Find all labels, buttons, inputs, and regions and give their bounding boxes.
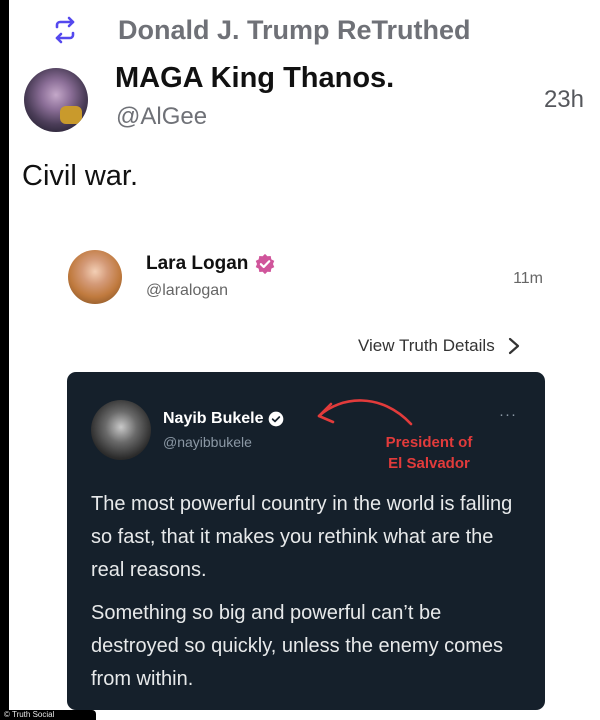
tweet-author-row: Nayib Bukele <box>163 410 284 428</box>
embedded-tweet-card[interactable]: Nayib Bukele @nayibbukele ··· President … <box>67 372 545 710</box>
verified-badge-icon <box>256 253 275 275</box>
verified-check-icon <box>269 411 284 427</box>
tweet-paragraph-1: The most powerful country in the world i… <box>91 493 513 581</box>
author-handle[interactable]: @AlGee <box>116 103 207 131</box>
annotation-label: President of El Salvador <box>367 432 491 474</box>
post-body-text: Civil war. <box>22 160 139 192</box>
author-avatar[interactable] <box>24 68 88 132</box>
left-edge-bar <box>0 0 9 720</box>
quoted-timestamp: 11m <box>513 270 543 287</box>
post-timestamp: 23h <box>543 86 584 113</box>
retruth-label: Donald J. Trump ReTruthed <box>118 14 471 45</box>
annotation-line-2: El Salvador <box>388 455 470 472</box>
author-name[interactable]: MAGA King Thanos. <box>115 62 394 95</box>
tweet-author-name[interactable]: Nayib Bukele <box>163 410 263 428</box>
gauntlet-graphic <box>60 106 82 124</box>
chevron-right-icon <box>508 337 519 355</box>
truth-social-watermark: © Truth Social <box>0 710 96 720</box>
view-truth-details-label: View Truth Details <box>358 336 495 355</box>
quoted-author-name[interactable]: Lara Logan <box>146 253 248 275</box>
tweet-author-handle[interactable]: @nayibbukele <box>163 434 252 450</box>
retruth-banner[interactable]: Donald J. Trump ReTruthed <box>50 12 471 48</box>
annotation-arrow-icon <box>317 399 413 426</box>
quoted-author-handle[interactable]: @laralogan <box>146 282 228 300</box>
annotation-line-1: President of <box>385 434 473 451</box>
watermark-text: © Truth Social <box>4 710 55 719</box>
retruth-icon <box>55 16 75 44</box>
tweet-author-avatar[interactable] <box>91 400 151 460</box>
quoted-author-row: Lara Logan <box>146 253 276 275</box>
view-truth-details-link[interactable]: View Truth Details <box>358 336 521 356</box>
more-options-icon[interactable]: ··· <box>499 406 517 423</box>
tweet-paragraph-2: Something so big and powerful can’t be d… <box>91 602 504 690</box>
quoted-author-avatar[interactable] <box>68 250 122 304</box>
